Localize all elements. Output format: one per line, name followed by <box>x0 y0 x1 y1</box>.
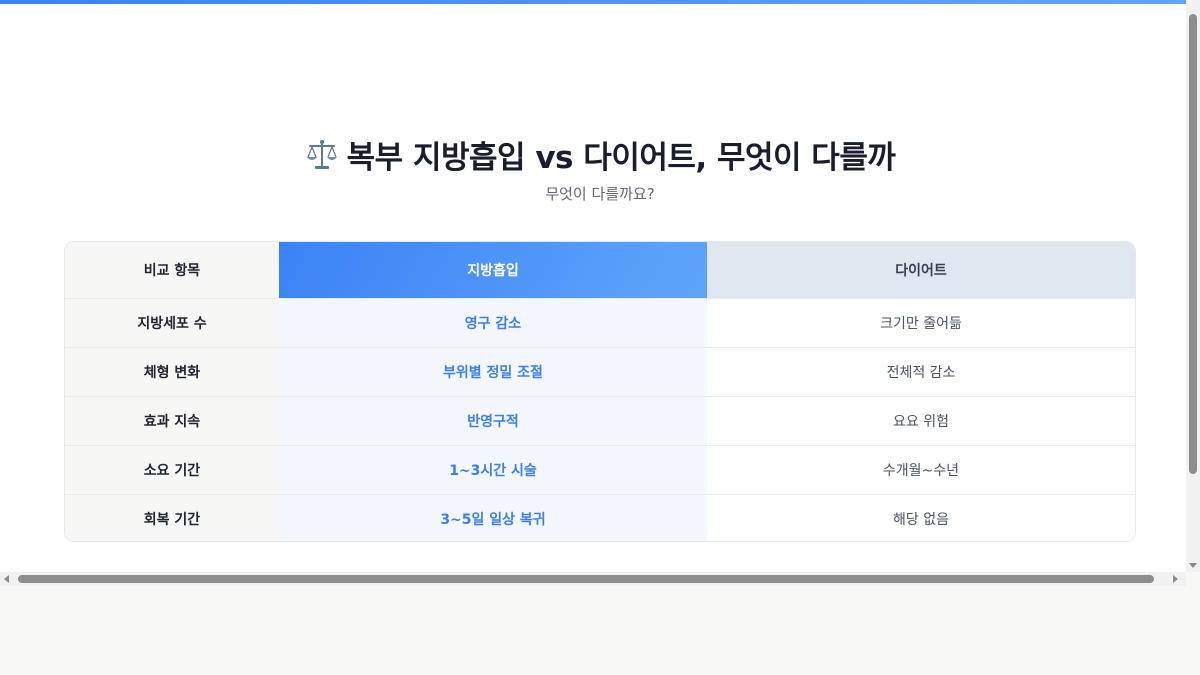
comparison-table-card: 비교 항목 지방흡입 다이어트 지방세포 수 영구 감소 크기만 줄어듦 체형 … <box>64 241 1136 542</box>
horizontal-scrollbar[interactable] <box>0 572 1186 586</box>
column-header-criteria: 비교 항목 <box>65 242 279 299</box>
row-liposuction-value: 반영구적 <box>279 396 707 446</box>
row-criteria: 체형 변화 <box>65 347 279 397</box>
row-criteria: 회복 기간 <box>65 494 279 541</box>
table-row: 소요 기간 1~3시간 시술 수개월~수년 <box>65 445 1135 495</box>
horizontal-scrollbar-thumb[interactable] <box>18 575 1154 583</box>
row-criteria: 효과 지속 <box>65 396 279 446</box>
balance-scale-icon <box>305 138 339 180</box>
page-subtitle: 무엇이 다를까요? <box>545 185 655 203</box>
row-liposuction-value: 영구 감소 <box>279 298 707 348</box>
column-header-diet: 다이어트 <box>707 242 1135 299</box>
row-diet-value: 요요 위험 <box>707 396 1135 446</box>
table-row: 지방세포 수 영구 감소 크기만 줄어듦 <box>65 298 1135 348</box>
row-diet-value: 해당 없음 <box>707 494 1135 541</box>
scroll-right-arrow-icon[interactable] <box>1173 575 1178 583</box>
table-row: 체형 변화 부위별 정밀 조절 전체적 감소 <box>65 347 1135 397</box>
page-title-text: 복부 지방흡입 vs 다이어트, 무엇이 다를까 <box>346 140 896 176</box>
page-viewport: 복부 지방흡입 vs 다이어트, 무엇이 다를까 무엇이 다를까요? 비교 항목… <box>0 0 1186 572</box>
column-header-liposuction: 지방흡입 <box>279 242 707 299</box>
vertical-scrollbar-thumb[interactable] <box>1189 14 1197 474</box>
comparison-table: 비교 항목 지방흡입 다이어트 지방세포 수 영구 감소 크기만 줄어듦 체형 … <box>65 242 1135 541</box>
top-accent-bar <box>0 0 1186 4</box>
row-liposuction-value: 3~5일 일상 복귀 <box>279 494 707 541</box>
table-row: 회복 기간 3~5일 일상 복귀 해당 없음 <box>65 494 1135 541</box>
table-row: 효과 지속 반영구적 요요 위험 <box>65 396 1135 446</box>
vertical-scrollbar[interactable] <box>1186 0 1200 572</box>
table-header-row: 비교 항목 지방흡입 다이어트 <box>65 242 1135 299</box>
row-criteria: 지방세포 수 <box>65 298 279 348</box>
scroll-down-arrow-icon[interactable] <box>1189 563 1197 568</box>
row-criteria: 소요 기간 <box>65 445 279 495</box>
page-title: 복부 지방흡입 vs 다이어트, 무엇이 다를까 <box>0 132 1186 180</box>
row-diet-value: 수개월~수년 <box>707 445 1135 495</box>
scroll-left-arrow-icon[interactable] <box>4 575 9 583</box>
row-diet-value: 크기만 줄어듦 <box>707 298 1135 348</box>
row-liposuction-value: 부위별 정밀 조절 <box>279 347 707 397</box>
row-liposuction-value: 1~3시간 시술 <box>279 445 707 495</box>
row-diet-value: 전체적 감소 <box>707 347 1135 397</box>
